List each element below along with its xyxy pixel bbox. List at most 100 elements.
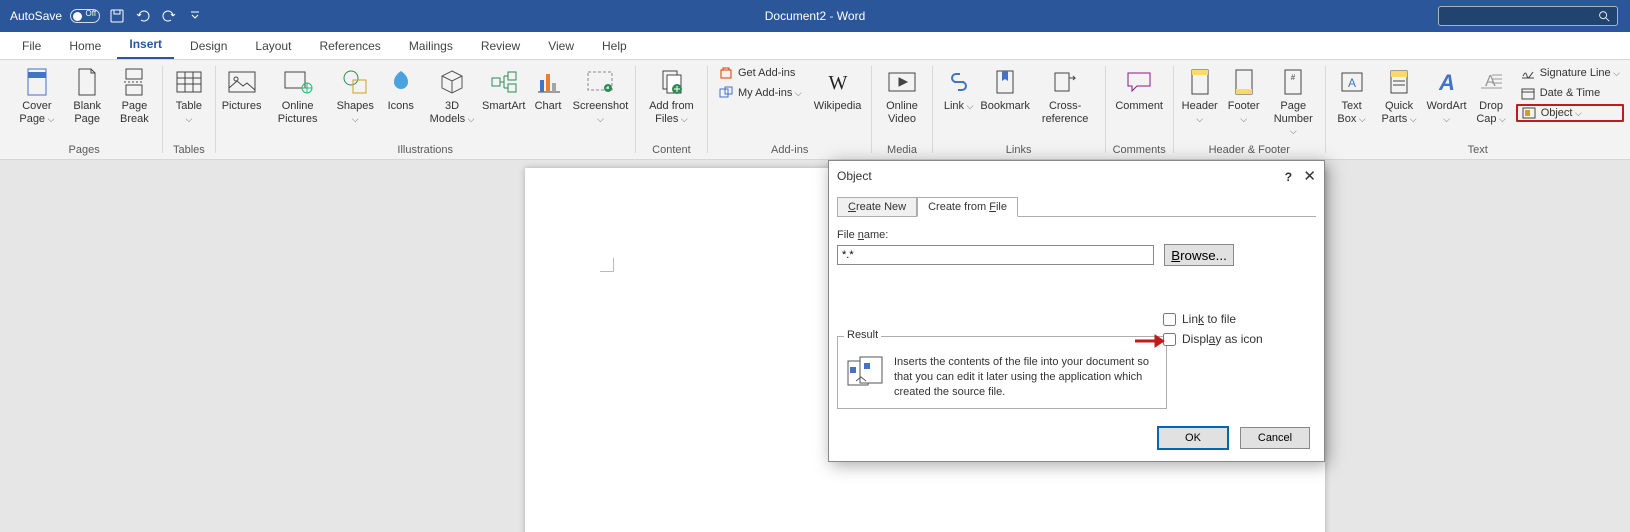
- bookmark-button[interactable]: Bookmark: [983, 64, 1028, 115]
- save-icon[interactable]: [108, 7, 126, 25]
- cancel-button[interactable]: Cancel: [1240, 427, 1310, 449]
- smartart-icon: [490, 66, 518, 98]
- get-addins-button[interactable]: Get Add-ins: [714, 64, 806, 82]
- result-description: Inserts the contents of the file into yo…: [894, 355, 1160, 400]
- page-number-icon: #: [1282, 66, 1304, 98]
- tab-file[interactable]: File: [10, 33, 53, 59]
- group-links: Link Bookmark Cross-reference Links: [933, 60, 1105, 159]
- 3d-models-button[interactable]: 3D Models: [425, 64, 480, 127]
- dialog-title: Object: [837, 169, 872, 183]
- chart-icon: [535, 66, 561, 98]
- tab-insert[interactable]: Insert: [117, 31, 174, 59]
- smartart-button[interactable]: SmartArt: [483, 64, 524, 115]
- cover-page-button[interactable]: Cover Page: [12, 64, 62, 127]
- search-box[interactable]: [1438, 6, 1618, 26]
- text-box-button[interactable]: A Text Box: [1332, 64, 1372, 127]
- online-video-button[interactable]: Online Video: [878, 64, 926, 127]
- result-illustration-icon: [846, 355, 886, 389]
- result-group: Result Inserts the contents of the file …: [837, 336, 1167, 409]
- tab-review[interactable]: Review: [469, 33, 532, 59]
- browse-button[interactable]: Browse...: [1164, 244, 1234, 266]
- text-box-icon: A: [1339, 66, 1365, 98]
- tab-view[interactable]: View: [536, 33, 586, 59]
- title-bar: AutoSave Document2 - Word: [0, 0, 1630, 32]
- dialog-tab-create-from-file[interactable]: Create from File: [917, 197, 1018, 217]
- cross-reference-icon: [1052, 66, 1078, 98]
- calendar-icon: [1520, 86, 1536, 100]
- drop-cap-button[interactable]: A Drop Cap: [1471, 64, 1512, 127]
- date-time-button[interactable]: Date & Time: [1516, 84, 1624, 102]
- tab-design[interactable]: Design: [178, 33, 239, 59]
- quick-parts-button[interactable]: Quick Parts: [1376, 64, 1423, 127]
- tab-layout[interactable]: Layout: [243, 33, 303, 59]
- svg-text:A: A: [1348, 76, 1356, 90]
- quick-parts-icon: [1387, 66, 1411, 98]
- undo-icon[interactable]: [134, 7, 152, 25]
- blank-page-button[interactable]: Blank Page: [66, 64, 109, 127]
- document-area[interactable]: [0, 160, 1630, 532]
- wikipedia-button[interactable]: W Wikipedia: [810, 64, 866, 115]
- page-number-button[interactable]: # Page Number: [1268, 64, 1319, 140]
- link-button[interactable]: Link: [939, 64, 979, 115]
- group-text: A Text Box Quick Parts A WordArt A Drop …: [1326, 60, 1630, 159]
- cover-page-icon: [25, 66, 49, 98]
- display-as-icon-checkbox[interactable]: Display as icon: [1163, 332, 1263, 346]
- bookmark-icon: [994, 66, 1016, 98]
- margin-corner-icon: [600, 258, 614, 272]
- search-icon: [1597, 9, 1611, 23]
- shapes-icon: [342, 66, 368, 98]
- icons-button[interactable]: Icons: [381, 64, 421, 115]
- ribbon-tabs: File Home Insert Design Layout Reference…: [0, 32, 1630, 60]
- file-name-input[interactable]: [837, 245, 1154, 265]
- group-pages: Cover Page Blank Page Page Break Pages: [6, 60, 162, 159]
- comment-button[interactable]: Comment: [1111, 64, 1167, 115]
- drop-cap-icon: A: [1478, 66, 1504, 98]
- group-media: Online Video Media: [872, 60, 932, 159]
- add-from-files-button[interactable]: Add from Files: [642, 64, 702, 127]
- object-icon: [1521, 106, 1537, 120]
- wordart-button[interactable]: A WordArt: [1427, 64, 1467, 127]
- add-from-files-icon: [657, 66, 685, 98]
- cross-reference-button[interactable]: Cross-reference: [1032, 64, 1099, 127]
- page-break-button[interactable]: Page Break: [113, 64, 157, 127]
- header-button[interactable]: Header: [1180, 64, 1220, 127]
- table-button[interactable]: Table: [169, 64, 209, 127]
- tab-help[interactable]: Help: [590, 33, 639, 59]
- wordart-icon: A: [1434, 66, 1460, 98]
- shapes-button[interactable]: Shapes: [334, 64, 377, 127]
- ok-button[interactable]: OK: [1158, 427, 1228, 449]
- link-to-file-checkbox[interactable]: Link to file: [1163, 312, 1263, 326]
- table-icon: [175, 66, 203, 98]
- footer-button[interactable]: Footer: [1224, 64, 1264, 127]
- autosave-toggle[interactable]: [70, 9, 100, 23]
- dialog-tab-create-new[interactable]: Create New: [837, 197, 917, 216]
- annotation-arrow-icon: [1135, 334, 1165, 348]
- comment-icon: [1125, 66, 1153, 98]
- wikipedia-icon: W: [824, 66, 852, 98]
- tab-references[interactable]: References: [307, 33, 392, 59]
- file-name-label: File name:: [837, 225, 1316, 244]
- dialog-close-button[interactable]: ✕: [1303, 168, 1316, 185]
- redo-icon[interactable]: [160, 7, 178, 25]
- online-pictures-icon: [283, 66, 313, 98]
- svg-text:A: A: [1438, 70, 1455, 94]
- footer-icon: [1233, 66, 1255, 98]
- signature-line-button[interactable]: Signature Line: [1516, 64, 1624, 82]
- tab-home[interactable]: Home: [57, 33, 113, 59]
- online-pictures-button[interactable]: Online Pictures: [266, 64, 330, 127]
- video-icon: [887, 66, 917, 98]
- group-content: Add from Files Content: [636, 60, 708, 159]
- svg-text:W: W: [828, 72, 847, 93]
- tab-mailings[interactable]: Mailings: [397, 33, 465, 59]
- object-button[interactable]: Object: [1516, 104, 1624, 122]
- my-addins-button[interactable]: My Add-ins: [714, 84, 806, 102]
- dialog-help-button[interactable]: ?: [1277, 170, 1300, 184]
- screenshot-icon: [586, 66, 614, 98]
- pictures-button[interactable]: Pictures: [222, 64, 262, 115]
- window-title: Document2 - Word: [0, 9, 1630, 23]
- qat-customize-icon[interactable]: [186, 7, 204, 25]
- page-break-icon: [122, 66, 146, 98]
- chart-button[interactable]: Chart: [528, 64, 568, 115]
- pictures-icon: [227, 66, 257, 98]
- screenshot-button[interactable]: Screenshot: [572, 64, 629, 127]
